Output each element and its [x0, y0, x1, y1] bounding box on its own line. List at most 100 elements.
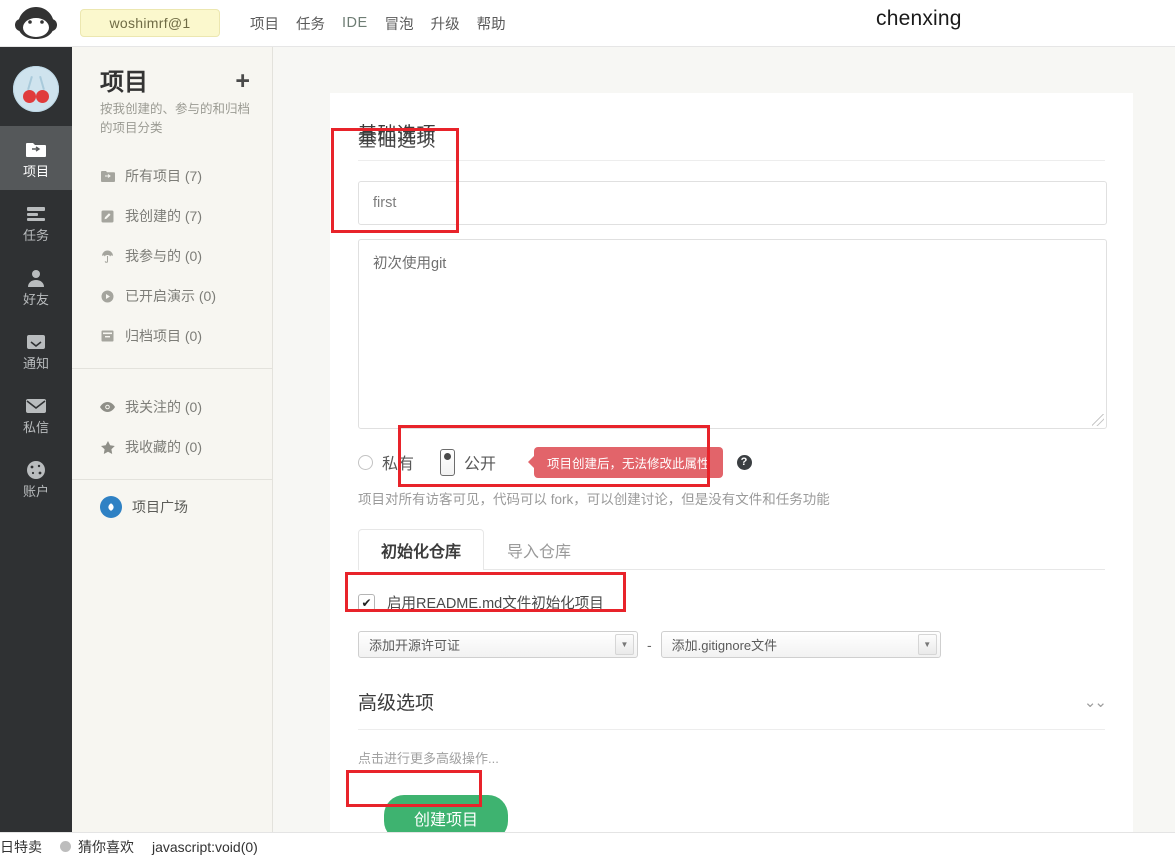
folder-icon — [25, 138, 47, 162]
radio-private[interactable]: 私有 — [358, 450, 414, 474]
sidebar-item-demo-enabled[interactable]: 已开启演示 (0) — [72, 276, 272, 316]
star-icon — [100, 440, 115, 455]
radio-public-control[interactable] — [440, 448, 456, 476]
top-nav: 项目 任务 IDE 冒泡 升级 帮助 — [250, 13, 506, 34]
sidebar-list-secondary: 我关注的 (0) 我收藏的 (0) — [72, 387, 272, 467]
sidebar-item-label: 归档项目 (0) — [125, 328, 202, 344]
sidebar-item-label: 已开启演示 (0) — [125, 288, 216, 304]
status-item-2: javascript:void(0) — [152, 838, 258, 855]
radio-private-control[interactable] — [358, 454, 373, 470]
repo-extras-row: 添加开源许可证 ▼ - 添加.gitignore文件 ▼ — [358, 631, 1105, 658]
divider — [358, 160, 1105, 161]
top-bar: woshimrf@1 项目 任务 IDE 冒泡 升级 帮助 chenxing — [0, 0, 1175, 47]
repo-tabs: 初始化仓库 导入仓库 — [358, 529, 1105, 570]
rail-item-projects[interactable]: 项目 — [0, 126, 72, 190]
nav-ide[interactable]: IDE — [342, 15, 368, 31]
separator: - — [647, 636, 652, 653]
gitignore-select[interactable]: 添加.gitignore文件 ▼ — [660, 631, 941, 658]
rail-item-notifications[interactable]: 通知 — [0, 318, 72, 382]
gauge-icon — [26, 458, 46, 482]
advanced-options-header[interactable]: 高级选项 ⌄⌄ — [358, 688, 1107, 715]
nav-help[interactable]: 帮助 — [477, 13, 506, 34]
user-chip[interactable]: woshimrf@1 — [80, 9, 220, 37]
basic-options-title: 基础选项 基础选项 — [358, 119, 1105, 151]
user-icon — [26, 266, 46, 290]
chevron-down-icon[interactable]: ▼ — [917, 634, 937, 655]
create-project-card: 基础选项 基础选项 first 初次使用git 私有 公开 项目创建后，无法修改… — [330, 93, 1133, 853]
rail-item-messages[interactable]: 私信 — [0, 382, 72, 446]
eye-icon — [100, 400, 115, 415]
radio-private-label: 私有 — [382, 456, 415, 473]
divider-2 — [358, 729, 1105, 730]
advanced-options-title: 高级选项 — [358, 693, 435, 714]
chevron-down-icon[interactable]: ▼ — [615, 634, 634, 655]
sidebar-item-label: 我参与的 (0) — [125, 248, 202, 264]
avatar[interactable] — [0, 66, 72, 112]
nav-tasks[interactable]: 任务 — [296, 13, 325, 34]
rail-item-account[interactable]: 账户 — [0, 446, 72, 510]
page-title: 项目 — [100, 69, 148, 96]
tab-init-repo[interactable]: 初始化仓库 — [358, 529, 485, 570]
project-description-textarea[interactable]: 初次使用git — [358, 239, 1107, 429]
project-name-value: first — [373, 195, 397, 211]
pencil-icon — [100, 209, 115, 224]
visibility-tooltip: 项目创建后，无法修改此属性 — [528, 446, 723, 478]
sidebar-item-watching[interactable]: 我关注的 (0) — [72, 387, 272, 427]
project-name-input[interactable]: first — [358, 181, 1107, 225]
sidebar-item-project-plaza[interactable]: 项目广场 — [72, 480, 272, 534]
tab-import-repo[interactable]: 导入仓库 — [484, 529, 594, 570]
plus-icon[interactable]: + — [235, 69, 250, 94]
cherry-avatar-icon — [13, 66, 59, 112]
project-description-value: 初次使用git — [373, 256, 447, 272]
status-item-0[interactable]: 日特卖 — [0, 837, 42, 857]
rail-item-tasks[interactable]: 任务 — [0, 190, 72, 254]
question-circle-icon[interactable]: ? — [736, 454, 752, 470]
inbox-icon — [25, 330, 47, 354]
gitignore-select-value: 添加.gitignore文件 — [671, 638, 778, 653]
sidebar-item-label: 所有项目 (7) — [125, 168, 202, 184]
sidebar-item-label: 项目广场 — [132, 499, 188, 515]
sidebar-subtitle: 按我创建的、参与的和归档的项目分类 — [100, 102, 251, 135]
visibility-description: 项目对所有访客可见，代码可以 fork，可以创建讨论，但是没有文件和任务功能 — [358, 492, 830, 507]
sidebar-item-label: 我关注的 (0) — [125, 399, 202, 415]
advanced-options-description: 点击进行更多高级操作... — [358, 751, 499, 766]
play-circle-icon — [100, 289, 115, 304]
circle-dot-icon — [60, 841, 71, 852]
nav-upgrade[interactable]: 升级 — [431, 13, 460, 34]
readme-checkbox[interactable]: ✔ — [358, 594, 375, 611]
readme-checkbox-label: 启用README.md文件初始化项目 — [387, 596, 604, 612]
content-background-right — [1133, 47, 1175, 832]
sidebar-item-created-by-me[interactable]: 我创建的 (7) — [72, 196, 272, 236]
envelope-icon — [25, 394, 47, 418]
sidebar-item-joined[interactable]: 我参与的 (0) — [72, 236, 272, 276]
rail-label: 账户 — [22, 483, 49, 499]
visibility-radio-group: 私有 公开 项目创建后，无法修改此属性 ? — [358, 446, 1105, 478]
nav-bubble[interactable]: 冒泡 — [385, 13, 414, 34]
sidebar-item-archived[interactable]: 归档项目 (0) — [72, 316, 272, 356]
folder-icon — [100, 169, 115, 184]
basic-options-title-ghost: 基础选项 — [358, 130, 437, 151]
rail-item-friends[interactable]: 好友 — [0, 254, 72, 318]
resize-grip-icon[interactable] — [1092, 414, 1104, 426]
left-rail: 项目 任务 好友 通知 私信 账户 — [0, 47, 72, 832]
radio-public[interactable]: 公开 — [440, 448, 497, 476]
sidebar-item-starred[interactable]: 我收藏的 (0) — [72, 427, 272, 467]
list-icon — [25, 202, 47, 226]
sidebar-header: 项目 + 按我创建的、参与的和归档的项目分类 — [72, 47, 272, 138]
sidebar-list-primary: 所有项目 (7) 我创建的 (7) 我参与的 (0) 已开启演示 (0) 归档项… — [72, 156, 272, 356]
app-logo[interactable] — [0, 0, 72, 47]
license-select-value: 添加开源许可证 — [369, 638, 461, 653]
readme-checkbox-row[interactable]: ✔ 启用README.md文件初始化项目 — [358, 592, 1105, 613]
radio-public-label: 公开 — [464, 456, 497, 473]
nav-projects[interactable]: 项目 — [250, 13, 279, 34]
sidebar-item-label: 我收藏的 (0) — [125, 439, 202, 455]
sidebar-item-label: 我创建的 (7) — [125, 208, 202, 224]
projects-sidebar: 项目 + 按我创建的、参与的和归档的项目分类 所有项目 (7) 我创建的 (7)… — [72, 47, 273, 832]
sidebar-item-all-projects[interactable]: 所有项目 (7) — [72, 156, 272, 196]
status-item-1[interactable]: 猜你喜欢 — [78, 837, 134, 857]
license-select[interactable]: 添加开源许可证 ▼ — [358, 631, 638, 658]
sidebar-divider — [72, 368, 272, 369]
chevron-double-down-icon[interactable]: ⌄⌄ — [1084, 693, 1107, 711]
rail-label: 任务 — [22, 227, 49, 243]
status-bar: 日特卖 猜你喜欢 javascript:void(0) — [0, 832, 1175, 860]
